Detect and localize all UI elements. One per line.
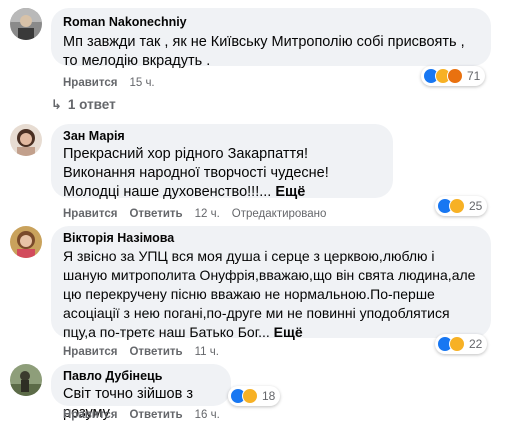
comment-body: Я звісно за УПЦ вся моя душа і серце з ц… [63,248,476,340]
comment: Вікторія Назімова Я звісно за УПЦ вся мо… [0,224,519,360]
comment-actions: Нравится Ответить 11 ч. [63,346,231,358]
comment-bubble: Павло Дубінець Світ точно зійшов з розум… [51,364,231,421]
reaction-summary[interactable]: 18 [228,386,281,406]
comment-author[interactable]: Павло Дубінець [63,368,219,384]
reply-button[interactable]: Ответить [129,409,182,421]
like-button[interactable]: Нравится [63,346,117,358]
comment-bubble: Вікторія Назімова Я звісно за УПЦ вся мо… [51,226,491,340]
comment-actions: Нравится 15 ч. [63,77,167,89]
reaction-count: 18 [262,389,276,403]
timestamp[interactable]: 15 ч. [129,77,154,89]
timestamp[interactable]: 11 ч. [195,346,219,358]
reaction-count: 71 [467,69,481,83]
see-more-link[interactable]: Ещё [275,184,305,200]
comment-text: Прекрасний хор рідного Закарпаття! Викон… [63,145,381,202]
comment: Зан Марія Прекрасний хор рідного Закарпа… [0,118,519,222]
comment: Roman Nakonechniy Мп завжди так , як не … [0,0,519,116]
view-replies-link[interactable]: ↳ 1 ответ [51,97,116,113]
comment-author[interactable]: Вікторія Назімова [63,230,479,246]
haha-icon [449,198,465,214]
reaction-summary[interactable]: 71 [421,66,486,86]
comment-bubble: Зан Марія Прекрасний хор рідного Закарпа… [51,124,393,200]
reply-button[interactable]: Ответить [129,208,182,220]
reply-arrow-icon: ↳ [51,97,62,112]
reaction-summary[interactable]: 22 [435,334,488,354]
avatar[interactable] [10,8,42,40]
reaction-summary[interactable]: 25 [435,196,488,216]
comment-bubble: Roman Nakonechniy Мп завжди так , як не … [51,8,491,69]
comment-author[interactable]: Зан Марія [63,128,381,144]
avatar[interactable] [10,124,42,156]
comment-actions: Нравится Ответить 16 ч. [63,409,232,421]
like-button[interactable]: Нравится [63,77,117,89]
replies-label: 1 ответ [67,97,116,112]
reaction-count: 25 [469,199,483,213]
like-button[interactable]: Нравится [63,208,117,220]
timestamp[interactable]: 16 ч. [195,409,220,421]
timestamp[interactable]: 12 ч. [195,208,220,220]
haha-icon [449,336,465,352]
sad-icon [242,388,258,404]
edited-label: Отредактировано [231,208,327,220]
like-button[interactable]: Нравится [63,409,117,421]
angry-icon [447,68,463,84]
comment-text: Я звісно за УПЦ вся моя душа і серце з ц… [63,247,479,342]
comment-text: Мп завжди так , як не Київську Митрополі… [63,34,465,69]
comment-actions: Нравится Ответить 12 ч. Отредактировано [63,208,338,220]
reaction-count: 22 [469,337,483,351]
comment: Павло Дубінець Світ точно зійшов з розум… [0,360,519,427]
avatar[interactable] [10,364,42,396]
see-more-link[interactable]: Ещё [274,324,303,340]
comment-author[interactable]: Roman Nakonechniy [63,14,479,30]
avatar[interactable] [10,226,42,258]
reply-button[interactable]: Ответить [129,346,182,358]
